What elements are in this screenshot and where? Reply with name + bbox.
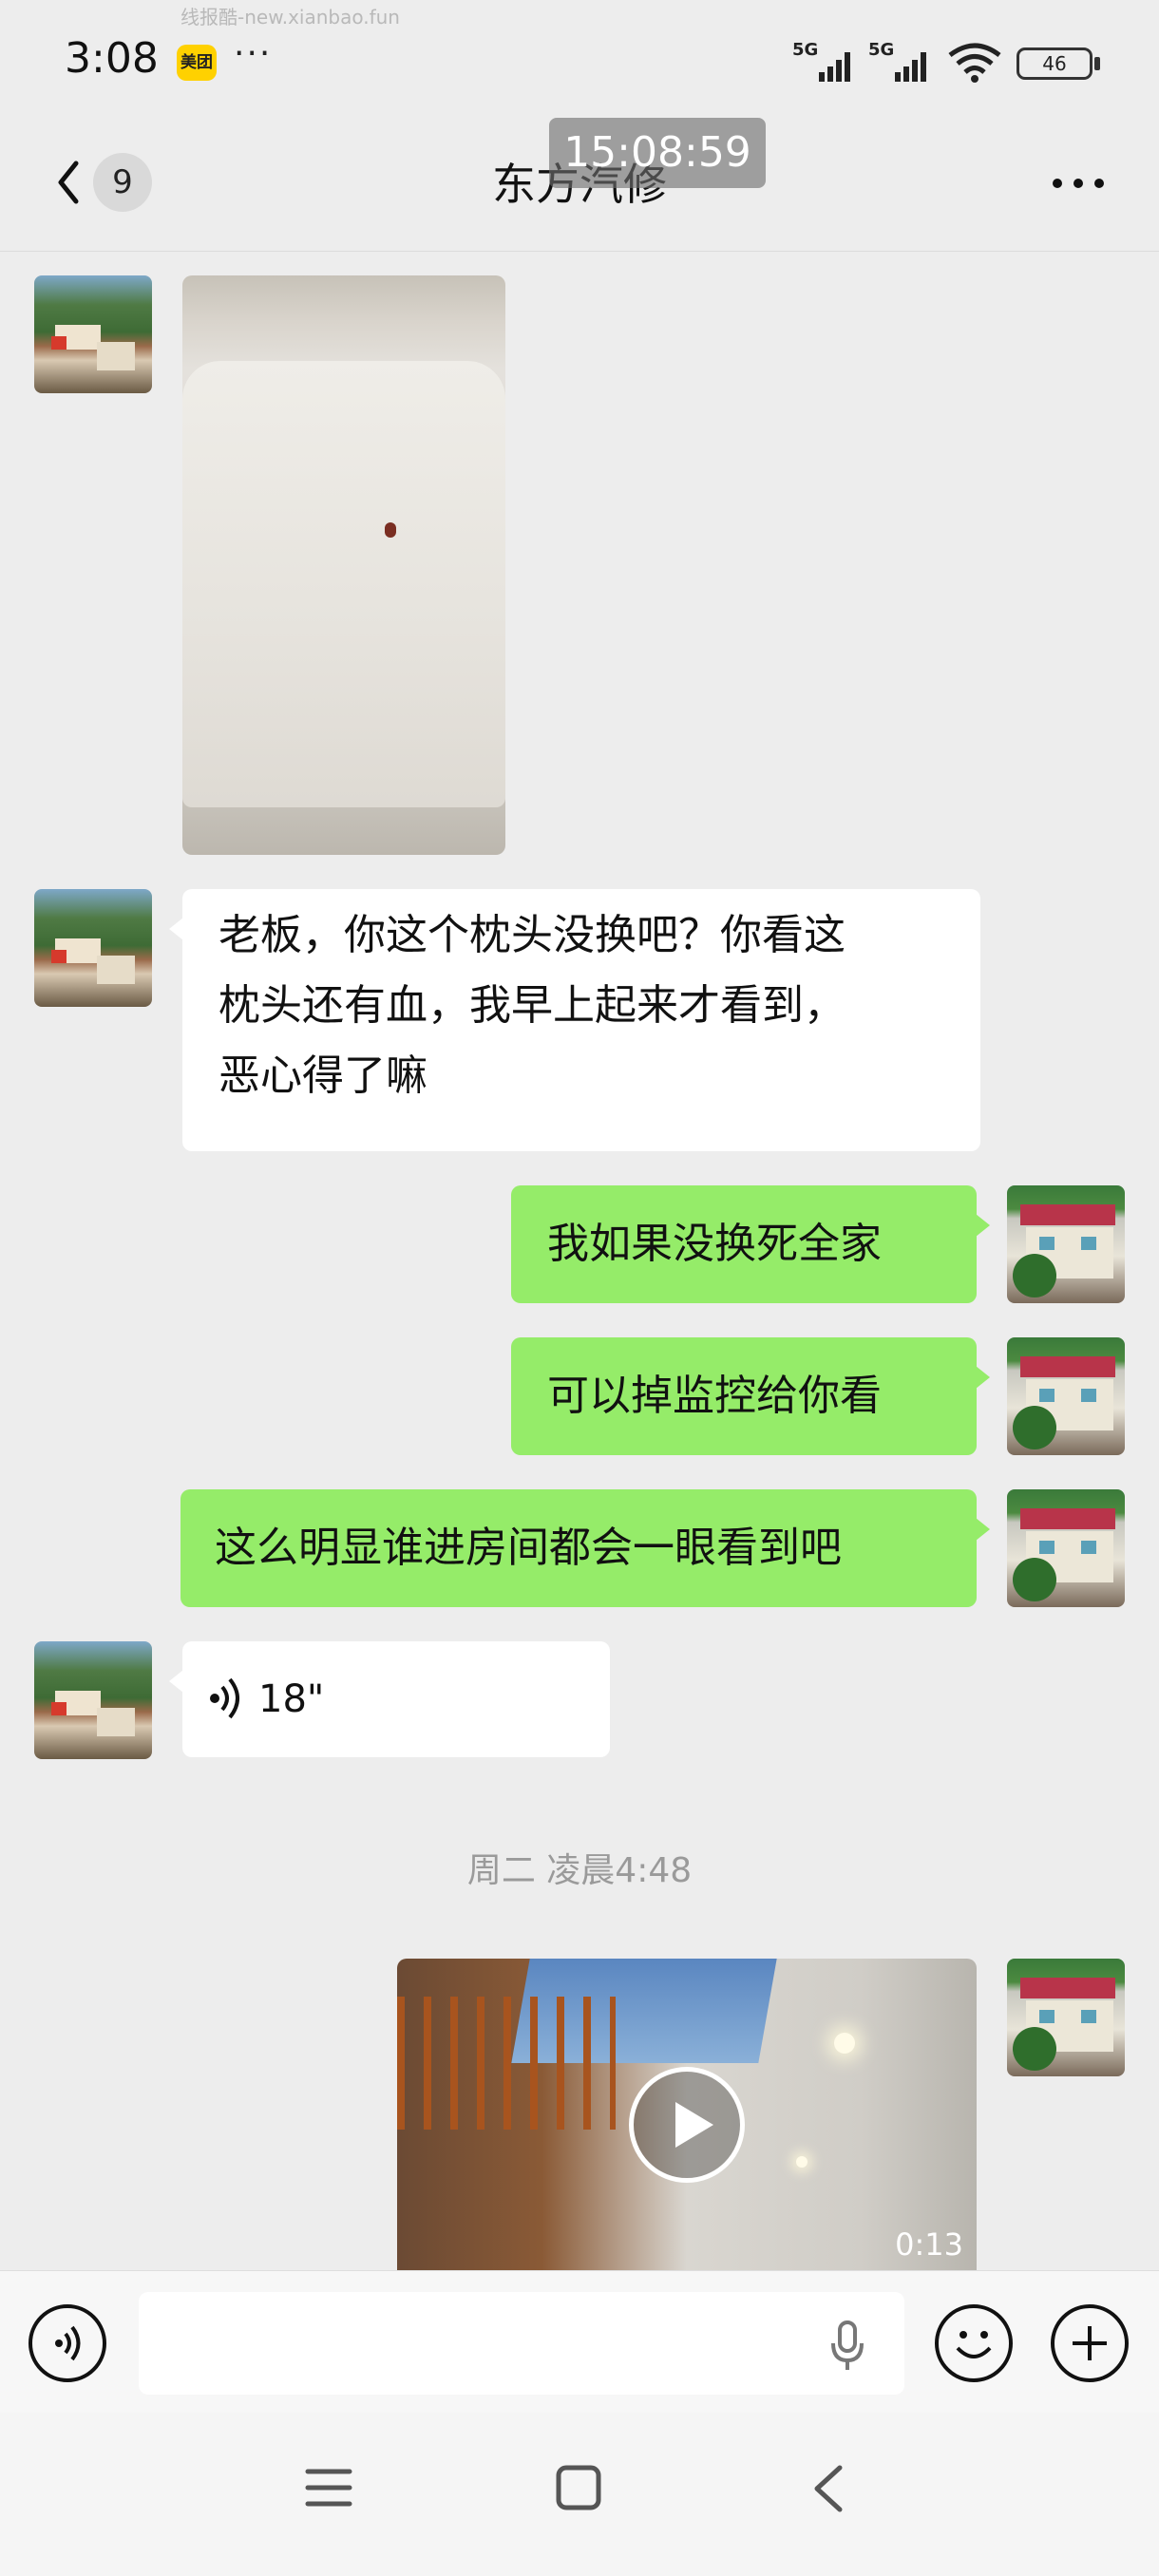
timestamp-divider: 周二 凌晨4:48 xyxy=(466,1851,693,1890)
timestamp-overlay: 15:08:59 xyxy=(549,118,766,188)
message-text: 我如果没换死全家 xyxy=(547,1220,882,1268)
meituan-app-icon: 美团 xyxy=(177,45,217,81)
battery-tip xyxy=(1094,57,1100,70)
mic-icon[interactable] xyxy=(828,2320,866,2372)
text-message[interactable]: 老板，你这个枕头没换吧？你看这 枕头还有血，我早上起来才看到， 恶心得了嘛 xyxy=(169,889,980,1151)
text-message[interactable]: 我如果没换死全家 xyxy=(511,1185,990,1303)
message-text: 这么明显谁进房间都会一眼看到吧 xyxy=(215,1524,842,1572)
video-message[interactable]: 0:13 xyxy=(397,1959,977,2272)
notification-more-icon: ··· xyxy=(234,34,273,73)
text-message[interactable]: 可以掉监控给你看 xyxy=(511,1337,990,1455)
plus-icon[interactable] xyxy=(1051,2304,1129,2382)
message-line: 老板，你这个枕头没换吧？你看这 xyxy=(218,911,846,959)
menu-icon[interactable] xyxy=(304,2464,353,2511)
avatar[interactable] xyxy=(1007,1489,1125,1607)
status-time: 3:08 xyxy=(65,34,159,83)
voice-icon[interactable] xyxy=(28,2304,106,2382)
input-bar xyxy=(0,2270,1159,2413)
voice-message[interactable]: 18" xyxy=(169,1641,610,1757)
message-line: 枕头还有血，我早上起来才看到， xyxy=(218,981,846,1030)
avatar[interactable] xyxy=(1007,1337,1125,1455)
home-icon[interactable] xyxy=(555,2464,602,2511)
wifi-icon xyxy=(948,43,1001,83)
status-bar: 线报酷-new.xianbao.fun 3:08 美团 ··· 5G 5G 46 xyxy=(0,0,1159,123)
avatar[interactable] xyxy=(34,1641,152,1759)
message-line: 恶心得了嘛 xyxy=(218,1051,428,1100)
image-message[interactable] xyxy=(182,275,505,855)
voice-duration: 18" xyxy=(258,1677,325,1721)
play-icon[interactable] xyxy=(629,2067,745,2183)
back-icon[interactable] xyxy=(809,2464,847,2513)
video-duration: 0:13 xyxy=(895,2226,963,2263)
message-input[interactable] xyxy=(139,2292,904,2395)
avatar[interactable] xyxy=(1007,1185,1125,1303)
message-text: 可以掉监控给你看 xyxy=(547,1372,882,1420)
avatar[interactable] xyxy=(34,889,152,1007)
avatar[interactable] xyxy=(1007,1959,1125,2076)
watermark-text: 线报酷-new.xianbao.fun xyxy=(180,6,400,28)
emoji-icon[interactable] xyxy=(935,2304,1013,2382)
more-dots-icon[interactable] xyxy=(1045,154,1112,211)
voice-wave-icon xyxy=(210,1677,239,1719)
battery-icon: 46 xyxy=(1016,47,1092,80)
text-message[interactable]: 这么明显谁进房间都会一眼看到吧 xyxy=(180,1489,990,1607)
avatar[interactable] xyxy=(34,275,152,393)
system-nav-bar xyxy=(0,2413,1159,2576)
